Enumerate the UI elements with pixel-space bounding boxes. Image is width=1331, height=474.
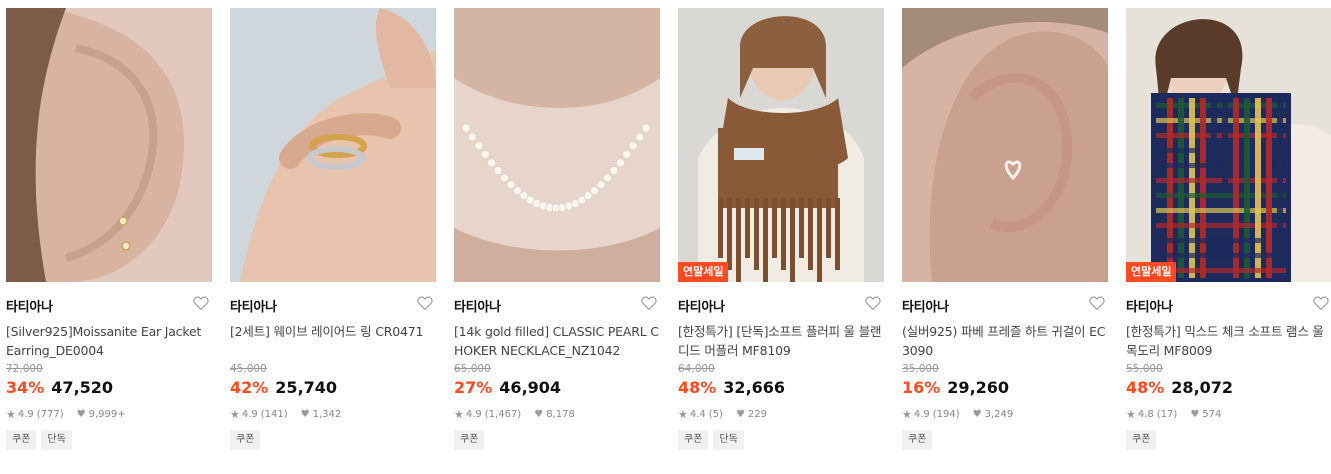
brand-name[interactable]: 타티아나: [454, 300, 501, 315]
tag-badge: 쿠폰: [902, 430, 933, 450]
tag-list: 쿠폰: [902, 430, 1108, 450]
tag-badge: 단독: [41, 430, 72, 450]
original-price: 55,000: [1126, 363, 1163, 375]
star-icon: ★: [230, 407, 240, 421]
tag-badge: 쿠폰: [230, 430, 261, 450]
product-title[interactable]: [14k gold filled] CLASSIC PEARL CHOKER N…: [454, 322, 660, 360]
star-icon: ★: [454, 407, 464, 421]
product-image[interactable]: [230, 8, 436, 282]
like-heart-icon: ♥: [972, 408, 982, 420]
like-heart-icon: ♥: [76, 408, 86, 420]
heart-icon[interactable]: [640, 294, 658, 312]
like-heart-icon: ♥: [735, 408, 745, 420]
like-heart-icon: ♥: [300, 408, 310, 420]
rating-value: 4.9: [241, 408, 258, 420]
product-card[interactable]: 타티아나 (실버925) 파베 프레즐 하트 귀걸이 EC3090 35,000…: [902, 8, 1108, 450]
review-count: (17): [1156, 408, 1178, 420]
original-price: 72,000: [6, 363, 43, 375]
tag-list: 쿠폰: [230, 430, 436, 450]
product-card[interactable]: 타티아나 [Silver925]Moissanite Ear Jacket Ea…: [6, 8, 212, 450]
rating-value: 4.4: [689, 408, 706, 420]
tag-list: 쿠폰 단독: [6, 430, 212, 450]
tag-badge: 쿠폰: [678, 430, 709, 450]
product-image[interactable]: [6, 8, 212, 282]
rating-value: 4.8: [1137, 408, 1154, 420]
sale-price: 47,520: [51, 378, 114, 397]
product-card[interactable]: 타티아나 [2세트] 웨이브 레이어드 링 CR0471 45,000 42% …: [230, 8, 436, 450]
sale-badge: 연말세일: [1126, 262, 1177, 282]
rating-value: 4.9: [913, 408, 930, 420]
discount-rate: 34%: [6, 378, 45, 397]
star-icon: ★: [1126, 407, 1136, 421]
product-title[interactable]: [한정특가] [단독]소프트 플러피 울 블랜디드 머플러 MF8109: [678, 322, 884, 360]
like-heart-icon: ♥: [534, 408, 544, 420]
review-count: (1,467): [484, 408, 522, 420]
brand-name[interactable]: 타티아나: [678, 300, 725, 315]
product-title[interactable]: [2세트] 웨이브 레이어드 링 CR0471: [230, 322, 436, 360]
like-count: 1,342: [312, 408, 342, 420]
like-heart-icon: ♥: [1190, 408, 1200, 420]
original-price: 45,000: [230, 363, 267, 375]
product-card[interactable]: 연말세일 타티아나 [한정특가] [단독]소프트 플러피 울 블랜디드 머플러 …: [678, 8, 884, 450]
like-count: 229: [747, 408, 768, 420]
review-count: (194): [932, 408, 960, 420]
rating-value: 4.9: [17, 408, 34, 420]
heart-earring-photo: [902, 8, 1108, 282]
review-count: (5): [708, 408, 723, 420]
product-title[interactable]: [한정특가] 믹스드 체크 소프트 램스 울 목도리 MF8009: [1126, 322, 1331, 360]
ear-jacket-earring-photo: [6, 8, 212, 282]
product-title[interactable]: (실버925) 파베 프레즐 하트 귀걸이 EC3090: [902, 322, 1108, 360]
sale-price: 32,666: [723, 378, 786, 397]
like-count: 9,999+: [88, 408, 126, 420]
star-icon: ★: [6, 407, 16, 421]
product-image[interactable]: 연말세일: [678, 8, 884, 282]
tag-badge: 쿠폰: [6, 430, 37, 450]
original-price: 65,000: [454, 363, 491, 375]
layered-ring-photo: [230, 8, 436, 282]
discount-rate: 16%: [902, 378, 941, 397]
tag-list: 쿠폰: [1126, 430, 1331, 450]
sale-price: 46,904: [499, 378, 562, 397]
tag-list: 쿠폰: [454, 430, 660, 450]
sale-badge: 연말세일: [678, 262, 729, 282]
review-count: (141): [260, 408, 288, 420]
like-count: 8,178: [546, 408, 575, 420]
discount-rate: 42%: [230, 378, 269, 397]
product-grid: 타티아나 [Silver925]Moissanite Ear Jacket Ea…: [0, 0, 1331, 474]
star-icon: ★: [902, 407, 912, 421]
discount-rate: 48%: [678, 378, 717, 397]
sale-price: 28,072: [1171, 378, 1234, 397]
like-count: 3,249: [984, 408, 1014, 420]
brand-name[interactable]: 타티아나: [230, 300, 277, 315]
sale-price: 25,740: [275, 378, 338, 397]
discount-rate: 27%: [454, 378, 493, 397]
heart-icon[interactable]: [864, 294, 882, 312]
review-count: (777): [36, 408, 64, 420]
like-count: 574: [1202, 408, 1222, 420]
pearl-necklace-photo: [454, 8, 660, 282]
rating-value: 4.9: [465, 408, 482, 420]
product-card[interactable]: 타티아나 [14k gold filled] CLASSIC PEARL CHO…: [454, 8, 660, 450]
product-title[interactable]: [Silver925]Moissanite Ear Jacket Earring…: [6, 322, 212, 360]
discount-rate: 48%: [1126, 378, 1165, 397]
tag-badge: 쿠폰: [454, 430, 485, 450]
product-image[interactable]: 연말세일: [1126, 8, 1331, 282]
heart-icon[interactable]: [416, 294, 434, 312]
tag-badge: 쿠폰: [1126, 430, 1157, 450]
product-image[interactable]: [902, 8, 1108, 282]
tag-list: 쿠폰 단독: [678, 430, 884, 450]
original-price: 35,000: [902, 363, 939, 375]
product-card[interactable]: 연말세일 타티아나 [한정특가] 믹스드 체크 소프트 램스 울 목도리 MF8…: [1126, 8, 1331, 450]
brand-name[interactable]: 타티아나: [902, 300, 949, 315]
brand-name[interactable]: 타티아나: [6, 300, 53, 315]
heart-icon[interactable]: [1088, 294, 1106, 312]
heart-icon[interactable]: [1312, 294, 1330, 312]
original-price: 64,000: [678, 363, 715, 375]
star-icon: ★: [678, 407, 688, 421]
sale-price: 29,260: [947, 378, 1010, 397]
tag-badge: 단독: [713, 430, 744, 450]
product-image[interactable]: [454, 8, 660, 282]
brand-name[interactable]: 타티아나: [1126, 300, 1173, 315]
heart-icon[interactable]: [192, 294, 210, 312]
